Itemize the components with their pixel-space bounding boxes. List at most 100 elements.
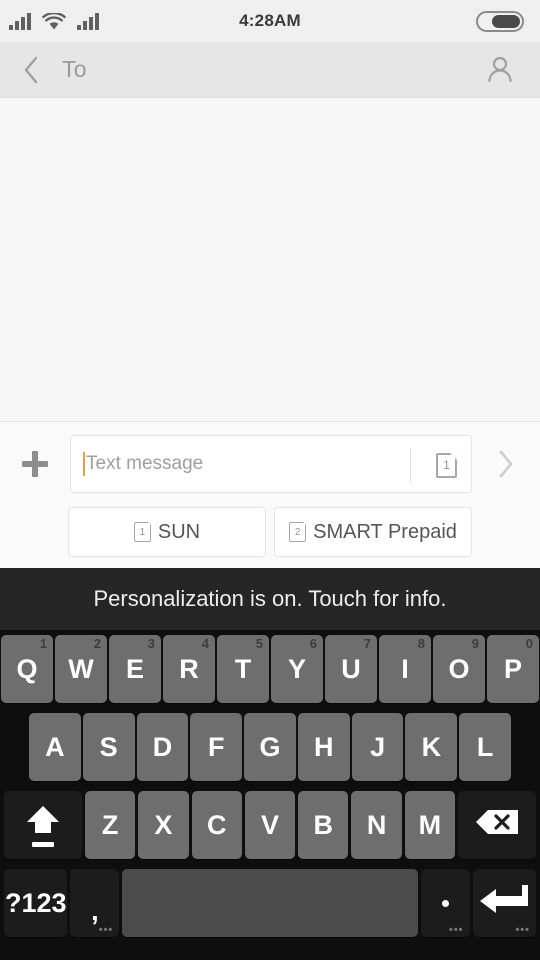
key-e[interactable]: E3 [109,635,161,703]
key-t[interactable]: T5 [217,635,269,703]
space-key[interactable] [122,869,418,937]
send-button[interactable] [472,422,540,506]
key-number-hint: 2 [93,636,101,651]
comma-key[interactable]: , ••• [70,869,120,937]
key-g[interactable]: G [244,713,296,781]
key-label: K [421,731,442,762]
message-input[interactable]: Text message 1 [70,435,472,493]
shift-key[interactable] [4,791,82,859]
compose-area: Text message 1 1 SUN 2 SMART Prepaid [0,422,540,568]
key-label: V [260,809,279,840]
key-a[interactable]: A [29,713,81,781]
sim-selector-row: 1 SUN 2 SMART Prepaid [0,506,540,558]
key-label: L [476,731,494,762]
enter-arrow-icon [478,883,530,924]
key-label: N [366,809,387,840]
key-i[interactable]: I8 [379,635,431,703]
sim-button-label: SMART Prepaid [313,520,457,543]
period-label [441,899,449,907]
key-label: X [154,809,173,840]
key-label: B [313,809,334,840]
key-d[interactable]: D [136,713,189,781]
status-bar: 4:28AM [0,0,540,42]
key-label: E [125,653,144,684]
symbols-key[interactable]: ?123 [4,869,68,937]
longpress-hint: ••• [515,924,530,936]
sim-button-label: SUN [157,520,201,543]
key-q[interactable]: Q1 [1,635,53,703]
key-p[interactable]: P0 [487,635,539,703]
plus-icon [22,451,48,477]
key-label: R [179,653,199,684]
conversation-area [0,99,540,422]
key-label: W [68,653,94,684]
sim-button-2[interactable]: 2 SMART Prepaid [274,507,472,557]
key-w[interactable]: W2 [55,635,107,703]
period-key[interactable]: ••• [420,869,470,937]
key-label: Q [16,653,38,684]
key-b[interactable]: B [298,791,349,859]
key-label: T [234,653,252,684]
key-m[interactable]: M [404,791,456,859]
key-label: F [207,731,225,762]
key-y[interactable]: Y6 [271,635,323,703]
sim-card-icon: 1 [436,452,457,478]
input-divider [410,448,411,482]
key-number-hint: 3 [147,636,155,651]
key-x[interactable]: X [138,791,189,859]
contact-picker-button[interactable] [476,42,524,98]
key-u[interactable]: U7 [325,635,377,703]
key-number-hint: 6 [309,636,317,651]
key-label: Z [101,809,119,840]
key-label: O [448,653,470,684]
backspace-key[interactable] [458,791,536,859]
key-f[interactable]: F [190,713,243,781]
key-v[interactable]: V [244,791,296,859]
enter-key[interactable]: ••• [472,869,536,937]
sim-button-1[interactable]: 1 SUN [68,507,266,557]
compose-row: Text message 1 [0,422,540,506]
sim-indicator[interactable]: 1 [436,436,457,494]
recipient-field[interactable]: To [62,56,87,83]
key-s[interactable]: S [82,713,135,781]
key-number-hint: 8 [417,636,425,651]
key-label: Y [287,653,306,684]
text-caret [83,452,85,476]
longpress-hint: ••• [98,924,114,936]
key-label: H [314,731,334,762]
longpress-hint: ••• [448,924,464,936]
key-c[interactable]: C [191,791,242,859]
key-label: D [152,731,173,762]
keyboard-row-3: Z X C V B NM [0,786,540,864]
key-label: S [99,731,118,762]
key-label: P [503,653,522,684]
shift-arrow-icon [23,803,63,847]
key-k[interactable]: K [405,713,458,781]
person-icon [488,56,512,83]
backspace-icon [474,807,520,844]
keyboard: Personalization is on. Touch for info. Q… [0,568,540,960]
nav-bar: To [0,42,540,98]
key-number-hint: 4 [201,636,209,651]
message-placeholder: Text message [86,453,204,474]
key-label: J [370,731,386,762]
key-r[interactable]: R4 [163,635,215,703]
attach-button[interactable] [0,422,70,506]
chevron-left-icon [24,56,38,83]
key-number-hint: 5 [255,636,263,651]
key-h[interactable]: H [297,713,350,781]
sim-card-icon: 2 [289,521,308,542]
battery-icon [476,11,524,32]
key-z[interactable]: Z [84,791,136,859]
back-button[interactable] [0,42,62,98]
suggestion-bar[interactable]: Personalization is on. Touch for info. [0,568,540,630]
key-o[interactable]: O9 [433,635,485,703]
status-time: 4:28AM [239,11,301,30]
key-label: C [206,809,227,840]
key-j[interactable]: J [351,713,404,781]
key-n[interactable]: N [351,791,402,859]
comma-label: , [91,895,99,926]
key-l[interactable]: L [459,713,512,781]
key-label: I [401,653,409,684]
key-label: A [45,731,65,762]
